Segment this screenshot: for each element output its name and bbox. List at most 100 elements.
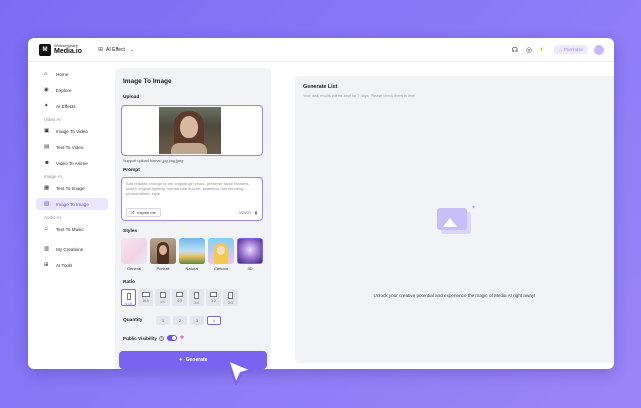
ratio-16-9[interactable]: 16:9 — [138, 289, 153, 306]
ratio-label: Ratio — [123, 280, 135, 285]
style-cartoon[interactable]: Cartoon — [208, 238, 234, 271]
style-natural-label: Natural — [185, 266, 199, 271]
compass-icon: ◉ — [44, 87, 49, 93]
counter-text: 0/2000 — [238, 210, 251, 215]
ratio-1-1[interactable]: 1:1 — [155, 289, 170, 306]
quantity-4[interactable]: 4 — [207, 316, 221, 325]
sidebar-item-label: AI Effects — [56, 103, 76, 109]
logo-text: Wondershare Media.io — [54, 44, 83, 56]
ratio-9-16[interactable]: 9:16 — [121, 289, 136, 306]
chevron-down-icon: ⌄ — [129, 46, 135, 53]
target-icon[interactable]: ◎ — [526, 46, 532, 54]
product-switch[interactable]: ⊞ AI Effect ⌄ — [98, 46, 135, 54]
logo-mark: M — [39, 43, 51, 56]
purchase-button[interactable]: ⌂ Purchase — [554, 45, 588, 54]
style-general-thumb — [121, 238, 147, 264]
sidebar-item-image-to-video[interactable]: ▣ Image To Video — [36, 125, 108, 137]
sidebar-item-label: My Creations — [56, 246, 84, 252]
style-3d-label: 3D — [247, 266, 253, 271]
prompt-input[interactable]: Add realistic change to the original gir… — [121, 177, 263, 221]
public-visibility: Public Visibility i ✱ — [123, 335, 184, 341]
music-icon: ♫ — [44, 226, 49, 232]
sidebar-item-label: AI Tools — [56, 262, 73, 268]
info-icon[interactable]: i — [158, 335, 164, 341]
sidebar-item-text-to-video[interactable]: ▤ Text To Video — [36, 141, 108, 153]
style-3d-thumb — [237, 238, 263, 264]
generate-label: Generate — [185, 357, 208, 363]
prompt-counter: 0/2000 ▮ — [238, 210, 257, 215]
trash-icon[interactable]: ▮ — [255, 210, 257, 215]
style-natural[interactable]: Natural — [179, 238, 205, 271]
image-image-icon: ▧ — [44, 201, 50, 207]
top-right-actions: ☊ ◎ ◐ ⌂ Purchase — [504, 44, 604, 55]
grid-icon: ⊞ — [98, 47, 104, 53]
ratio-2-3-label: 2:3 — [228, 301, 233, 305]
sidebar-item-video-to-anime[interactable]: ☻ Video To Anime — [36, 157, 108, 169]
style-cartoon-thumb — [208, 238, 234, 264]
ratio-4-3-label: 4:3 — [177, 299, 182, 303]
quantity-label: Quantity — [123, 318, 143, 323]
style-cartoon-label: Cartoon — [213, 266, 229, 271]
upload-area[interactable] — [121, 105, 263, 156]
sidebar-item-text-to-music[interactable]: ♫ Text To Music — [36, 223, 108, 235]
prompt-text[interactable]: Add realistic change to the original gir… — [126, 181, 258, 197]
quantity-3[interactable]: 3 — [190, 316, 204, 325]
style-portrait[interactable]: Portrait — [150, 238, 176, 271]
quantity-1[interactable]: 1 — [156, 316, 170, 325]
style-portrait-thumb — [150, 238, 176, 264]
sparkle-icon: ✦ — [44, 103, 49, 109]
style-general[interactable]: General — [121, 238, 147, 271]
illus-sparkle-icon: ✦ — [470, 205, 476, 211]
sidebar-item-label: Home — [56, 71, 69, 77]
styles-label: Styles — [123, 229, 138, 234]
uploaded-photo — [159, 107, 221, 154]
sidebar: ⌂ Home ◉ Explore ✦ AI Effects Video AI ▣ Image T… — [36, 68, 108, 275]
top-bar: M Wondershare Media.io ⊞ AI Effect ⌄ ☊ ◎… — [28, 38, 614, 62]
sidebar-item-home[interactable]: ⌂ Home — [36, 68, 108, 80]
illus-mountain — [443, 218, 457, 227]
headset-icon[interactable]: ☊ — [512, 46, 518, 54]
public-visibility-label: Public Visibility — [123, 335, 157, 341]
sidebar-group-title: Audio AI — [44, 215, 61, 220]
inspire-me-label: Inspire me — [137, 210, 156, 215]
sidebar-item-label: Text To Image — [56, 185, 85, 191]
styles-row: General Portrait Natural Cartoon 3D — [121, 238, 263, 271]
ratio-2-3[interactable]: 2:3 — [223, 289, 238, 306]
ratio-9-16-label: 9:16 — [125, 302, 132, 306]
ratio-3-2[interactable]: 3:2 — [206, 289, 221, 306]
ratio-3-4[interactable]: 3:4 — [189, 289, 204, 306]
sidebar-item-explore[interactable]: ◉ Explore — [36, 84, 108, 96]
quantity-2[interactable]: 2 — [173, 316, 187, 325]
text-image-icon: ▦ — [44, 185, 50, 191]
sidebar-item-label: Explore — [56, 87, 72, 93]
image-to-image-panel: Image To Image Upload Support upload for… — [115, 68, 271, 369]
sidebar-group-title: Image AI — [44, 174, 62, 179]
upload-label: Upload — [123, 95, 140, 100]
avatar[interactable] — [594, 44, 604, 55]
style-3d[interactable]: 3D — [237, 238, 263, 271]
text-video-icon: ▤ — [44, 144, 50, 150]
sidebar-item-image-to-image[interactable]: ▧ Image To Image — [36, 198, 108, 210]
sidebar-item-ai-effects[interactable]: ✦ AI Effects — [36, 100, 108, 112]
generate-list-title: Generate List — [303, 84, 338, 90]
app-window: M Wondershare Media.io ⊞ AI Effect ⌄ ☊ ◎… — [28, 38, 614, 369]
sparkle-icon: ✱ — [179, 335, 185, 341]
logo[interactable]: M Wondershare Media.io — [39, 43, 83, 56]
ratio-4-3[interactable]: 4:3 — [172, 289, 187, 306]
sidebar-item-text-to-image[interactable]: ▦ Text To Image — [36, 182, 108, 194]
shuffle-icon: ⤮ — [131, 210, 135, 215]
credits-icon[interactable]: ◐ — [540, 46, 544, 53]
cart-icon: ⌂ — [559, 47, 562, 52]
style-portrait-label: Portrait — [156, 266, 170, 271]
visibility-toggle[interactable] — [166, 335, 177, 341]
photo-face — [180, 116, 198, 138]
ratio-row: 9:16 16:9 1:1 4:3 3:4 3:2 2:3 — [121, 289, 238, 306]
sidebar-item-label: Image To Image — [56, 201, 89, 207]
sidebar-item-ai-tools[interactable]: ⊞ AI Tools — [36, 259, 108, 271]
sidebar-item-my-creations[interactable]: ▥ My Creations — [36, 243, 108, 255]
inspire-me-button[interactable]: ⤮ Inspire me — [126, 208, 161, 217]
generate-list-subtitle: Your task results will be kept for 7 day… — [303, 94, 416, 98]
quantity-row: 1 2 3 4 — [156, 316, 221, 325]
sidebar-item-label: Video To Anime — [56, 160, 88, 166]
logo-line2: Media.io — [54, 48, 83, 55]
